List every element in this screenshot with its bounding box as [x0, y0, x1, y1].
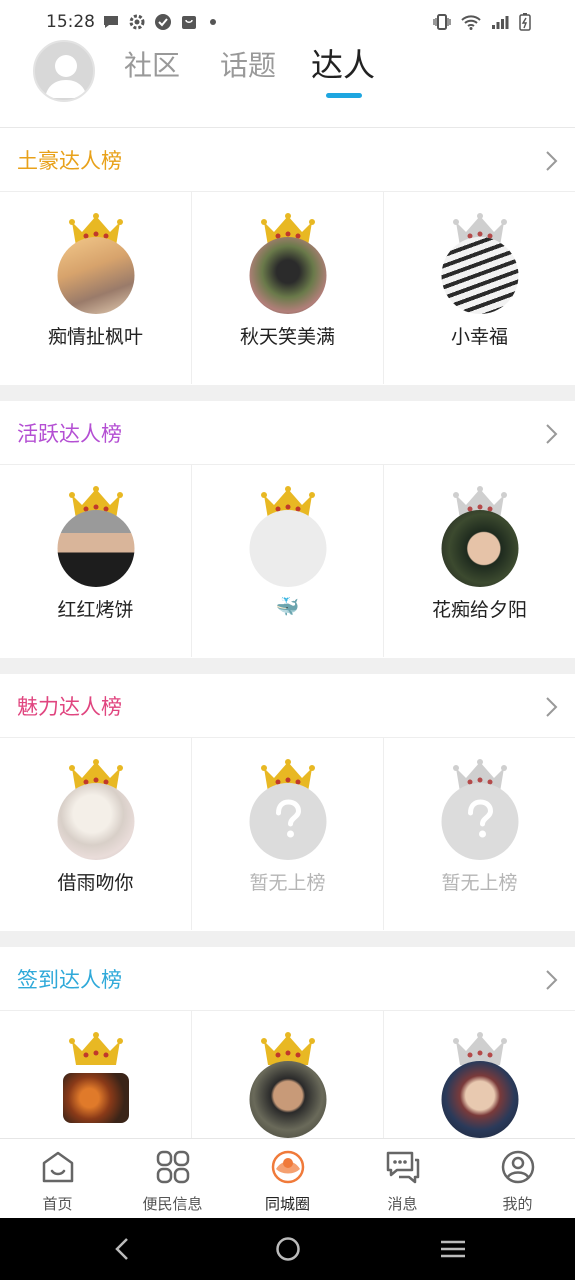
- wifi-icon: [461, 15, 481, 30]
- tab-experts[interactable]: 达人: [311, 40, 375, 86]
- user-name: 花痴给夕阳: [431, 599, 527, 621]
- section-charm-ranking: 魅力达人榜 借雨吻你 暂无上榜 暂无上榜: [0, 674, 575, 930]
- profile-icon: [501, 1150, 534, 1184]
- check-notification-icon: [155, 14, 171, 30]
- battery-icon: [519, 13, 531, 31]
- user-name: 🐳: [275, 596, 300, 618]
- section-divider: [0, 658, 575, 674]
- chevron-right-icon[interactable]: [545, 969, 559, 991]
- nav-label: 首页: [42, 1195, 73, 1213]
- question-mark-icon: [467, 799, 493, 838]
- chevron-right-icon[interactable]: [545, 423, 559, 445]
- user-name: 小幸福: [450, 326, 508, 348]
- user-avatar-photo: [441, 237, 518, 314]
- ranking-user-card[interactable]: 借雨吻你: [0, 738, 192, 930]
- user-avatar-photo: [57, 510, 134, 587]
- section-header[interactable]: 土豪达人榜: [0, 128, 575, 192]
- status-time: 15:28: [46, 12, 95, 32]
- ranking-user-card[interactable]: 小幸福: [384, 192, 575, 384]
- section-rich-ranking: 土豪达人榜 痴情扯枫叶 秋天笑美满 小幸福: [0, 128, 575, 384]
- user-avatar[interactable]: [33, 40, 95, 102]
- silver-crown-icon: [452, 1032, 507, 1065]
- user-avatar-photo: [249, 237, 326, 314]
- section-title: 魅力达人榜: [17, 695, 122, 719]
- user-avatar-photo: [62, 1073, 129, 1123]
- section-header[interactable]: 签到达人榜: [0, 947, 575, 1011]
- chat-icon: [386, 1151, 419, 1184]
- bag-notification-icon: [182, 16, 196, 29]
- gold-crown-icon: [260, 1032, 315, 1065]
- bottom-navigation: 首页 便民信息 同城圈 消息 我的: [0, 1138, 575, 1218]
- user-avatar-photo: [441, 510, 518, 587]
- user-avatar-photo: [57, 237, 134, 314]
- home-circle-icon[interactable]: [275, 1236, 301, 1262]
- back-icon[interactable]: [110, 1236, 136, 1262]
- ranking-user-card[interactable]: 秋天笑美满: [192, 192, 384, 384]
- nav-label: 我的: [502, 1195, 533, 1213]
- active-tab-indicator: [326, 93, 362, 98]
- user-avatar-photo: [249, 1061, 326, 1138]
- default-avatar-icon: [45, 55, 87, 98]
- user-avatar-photo: [57, 783, 134, 860]
- ranking-user-card[interactable]: 红红烤饼: [0, 465, 192, 657]
- nav-profile[interactable]: 我的: [460, 1139, 575, 1218]
- section-divider: [0, 385, 575, 401]
- user-avatar-photo: [441, 1061, 518, 1138]
- user-name: 暂无上榜: [441, 872, 518, 894]
- grid-icon: [156, 1150, 189, 1184]
- ranking-user-card[interactable]: 暂无上榜: [384, 738, 575, 930]
- section-title: 签到达人榜: [17, 968, 122, 992]
- question-mark-icon: [275, 799, 301, 838]
- section-header[interactable]: 魅力达人榜: [0, 674, 575, 738]
- nav-label: 同城圈: [264, 1195, 310, 1213]
- ranking-user-card[interactable]: 痴情扯枫叶: [0, 192, 192, 384]
- section-divider: [0, 931, 575, 947]
- tab-topics[interactable]: 话题: [220, 44, 276, 84]
- section-title: 活跃达人榜: [17, 422, 122, 446]
- tab-community[interactable]: 社区: [124, 44, 180, 84]
- home-icon: [42, 1151, 73, 1183]
- nav-label: 消息: [387, 1195, 418, 1213]
- section-header[interactable]: 活跃达人榜: [0, 401, 575, 465]
- user-name: 痴情扯枫叶: [47, 326, 143, 348]
- top-header: 社区 话题 达人: [0, 30, 575, 128]
- user-avatar-blank: [249, 510, 326, 587]
- chevron-right-icon[interactable]: [545, 150, 559, 172]
- nav-label: 便民信息: [142, 1195, 203, 1213]
- user-name: 红红烤饼: [57, 599, 134, 621]
- user-name: 借雨吻你: [57, 872, 134, 894]
- system-navigation-bar: [0, 1218, 575, 1280]
- user-name: 暂无上榜: [249, 872, 326, 894]
- settings-notification-icon: [129, 14, 145, 30]
- recents-menu-icon[interactable]: [440, 1236, 466, 1262]
- nav-home[interactable]: 首页: [0, 1139, 115, 1218]
- message-notification-icon: [104, 16, 118, 28]
- ranking-user-card[interactable]: 🐳: [192, 465, 384, 657]
- unknown-user-avatar: [441, 783, 518, 860]
- section-active-ranking: 活跃达人榜 红红烤饼 🐳 花痴给夕阳: [0, 401, 575, 657]
- unknown-user-avatar: [249, 783, 326, 860]
- nav-services[interactable]: 便民信息: [115, 1139, 230, 1218]
- ranking-user-card[interactable]: 花痴给夕阳: [384, 465, 575, 657]
- vibrate-icon: [433, 14, 451, 30]
- user-name: 秋天笑美满: [239, 326, 335, 348]
- section-title: 土豪达人榜: [17, 149, 122, 173]
- signal-icon: [492, 16, 509, 29]
- nav-messages[interactable]: 消息: [345, 1139, 460, 1218]
- circle-icon: [271, 1150, 304, 1184]
- more-notifications-icon: [210, 19, 216, 25]
- gold-crown-icon: [68, 1032, 123, 1065]
- chevron-right-icon[interactable]: [545, 696, 559, 718]
- nav-city-circle[interactable]: 同城圈: [230, 1139, 345, 1218]
- ranking-user-card[interactable]: 暂无上榜: [192, 738, 384, 930]
